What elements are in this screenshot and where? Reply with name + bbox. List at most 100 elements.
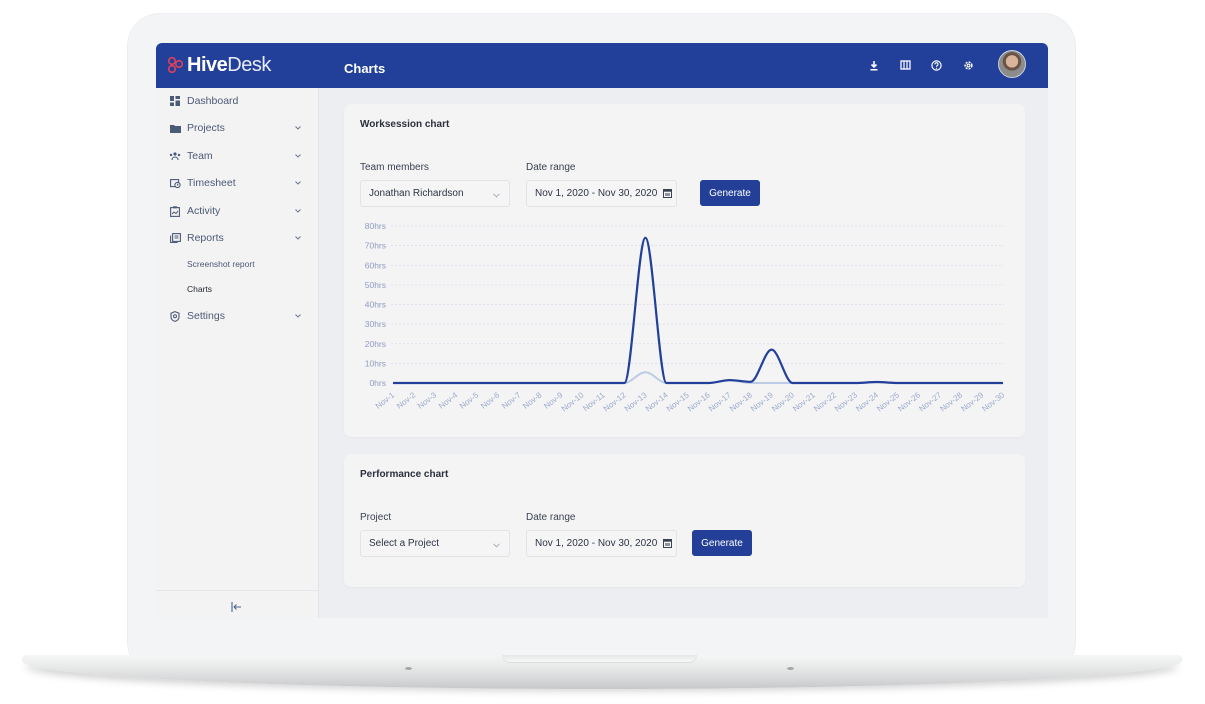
download-icon	[870, 60, 878, 70]
laptop-base	[22, 655, 1182, 689]
x-tick-label: Nov-8	[521, 390, 544, 411]
sidebar-item-label: Activity	[187, 205, 221, 217]
x-tick-label: Nov-22	[812, 390, 838, 413]
folder-icon	[169, 122, 181, 134]
sidebar-subitem-charts[interactable]: Charts	[187, 284, 212, 294]
series-line-secondary	[393, 371, 1003, 384]
chevron-down-icon	[294, 234, 302, 242]
app-window: Hive Desk Charts Dashboard Projects Team…	[156, 43, 1048, 618]
sidebar-item-label: Timesheet	[187, 177, 236, 189]
y-tick-label: 20hrs	[365, 339, 386, 349]
x-tick-label: Nov-18	[728, 390, 754, 413]
map-icon	[899, 60, 911, 70]
x-tick-label: Nov-16	[686, 390, 712, 413]
laptop-notch	[502, 655, 697, 663]
date-range-input[interactable]: Nov 1, 2020 - Nov 30, 2020	[526, 530, 677, 557]
sidebar-item-label: Dashboard	[187, 95, 239, 107]
collapse-sidebar-button[interactable]	[229, 600, 243, 614]
date-range-value: Nov 1, 2020 - Nov 30, 2020	[535, 188, 658, 199]
x-tick-label: Nov-5	[458, 390, 481, 411]
x-tick-label: Nov-12	[602, 390, 628, 413]
chevron-down-icon	[493, 540, 500, 551]
x-tick-label: Nov-27	[917, 390, 943, 413]
card-title: Worksession chart	[360, 119, 450, 130]
x-tick-label: Nov-23	[833, 390, 859, 413]
map-button[interactable]	[896, 56, 914, 74]
performance-generate-button[interactable]: Generate	[692, 530, 752, 556]
project-select-placeholder: Select a Project	[369, 538, 440, 549]
worksession-line-chart: 0hrs 10hrs 20hrs 30hrs 40hrs 50hrs 60hrs 70hrs 8…	[365, 221, 1007, 413]
help-button[interactable]	[927, 56, 945, 74]
chevron-down-icon	[294, 179, 302, 187]
sidebar-item-activity[interactable]: Activity	[156, 200, 319, 222]
settings-shield-icon	[169, 310, 181, 322]
sidebar: Dashboard Projects Team Timesheet Activi…	[156, 88, 319, 618]
x-tick-label: Nov-26	[896, 390, 922, 413]
settings-button[interactable]	[959, 56, 977, 74]
calendar-icon[interactable]	[663, 538, 672, 551]
x-tick-label: Nov-29	[959, 390, 985, 413]
card-title: Performance chart	[360, 469, 449, 480]
x-tick-label: Nov-7	[500, 390, 523, 411]
x-tick-label: Nov-6	[479, 390, 502, 411]
x-tick-label: Nov-14	[644, 390, 670, 413]
x-tick-label: Nov-4	[437, 390, 460, 411]
sidebar-item-label: Team	[187, 150, 213, 162]
worksession-generate-button[interactable]: Generate	[700, 180, 760, 206]
project-label: Project	[360, 512, 392, 523]
y-tick-label: 30hrs	[365, 319, 386, 329]
chevron-down-icon	[294, 312, 302, 320]
laptop-foot	[787, 667, 794, 670]
reports-icon	[169, 232, 181, 244]
sidebar-item-team[interactable]: Team	[156, 145, 319, 167]
performance-chart-card: Performance chart Project Select a Proje…	[344, 454, 1025, 587]
sidebar-item-dashboard[interactable]: Dashboard	[156, 90, 319, 112]
timesheet-icon	[169, 177, 181, 189]
worksession-chart-card: Worksession chart Team members Jonathan …	[344, 104, 1025, 437]
x-tick-label: Nov-17	[707, 390, 733, 413]
date-range-input[interactable]: Nov 1, 2020 - Nov 30, 2020	[526, 180, 677, 207]
team-members-value: Jonathan Richardson	[369, 188, 464, 199]
y-tick-label: 0hrs	[369, 378, 386, 388]
top-header: Hive Desk Charts	[156, 43, 1048, 88]
chevron-down-icon	[493, 190, 500, 201]
y-tick-label: 70hrs	[365, 241, 386, 251]
logo[interactable]: Hive Desk	[167, 52, 271, 78]
x-tick-label: Nov-28	[938, 390, 964, 413]
y-tick-label: 60hrs	[365, 260, 386, 270]
project-select[interactable]: Select a Project	[360, 530, 510, 557]
help-icon	[930, 59, 942, 71]
team-members-select[interactable]: Jonathan Richardson	[360, 180, 510, 207]
series-line-primary	[393, 236, 1003, 385]
download-button[interactable]	[865, 56, 883, 74]
x-tick-label: Nov-13	[623, 390, 649, 413]
laptop-foot	[405, 667, 412, 670]
team-icon	[169, 150, 181, 162]
x-tick-label: Nov-24	[854, 390, 880, 413]
x-tick-label: Nov-30	[980, 390, 1006, 413]
date-range-value: Nov 1, 2020 - Nov 30, 2020	[535, 538, 658, 549]
chevron-down-icon	[294, 152, 302, 160]
date-range-label: Date range	[526, 512, 576, 523]
page-title: Charts	[344, 61, 386, 76]
sidebar-item-label: Projects	[187, 122, 225, 134]
y-tick-label: 40hrs	[365, 300, 386, 310]
x-tick-label: Nov-25	[875, 390, 901, 413]
y-tick-label: 80hrs	[365, 221, 386, 231]
calendar-icon[interactable]	[663, 188, 672, 201]
sidebar-item-timesheet[interactable]: Timesheet	[156, 172, 319, 194]
x-tick-label: Nov-10	[560, 390, 586, 413]
dashboard-icon	[169, 95, 181, 107]
y-tick-label: 10hrs	[365, 358, 386, 368]
x-tick-label: Nov-3	[416, 390, 439, 411]
x-tick-label: Nov-15	[665, 390, 691, 413]
sidebar-item-settings[interactable]: Settings	[156, 305, 319, 327]
logo-text-light: Desk	[227, 53, 271, 76]
sidebar-subitem-screenshot-report[interactable]: Screenshot report	[187, 259, 255, 269]
activity-icon	[169, 205, 181, 217]
sidebar-item-projects[interactable]: Projects	[156, 117, 319, 139]
sidebar-item-reports[interactable]: Reports	[156, 227, 319, 249]
collapse-left-icon	[230, 602, 241, 612]
user-avatar[interactable]	[998, 50, 1026, 78]
chevron-down-icon	[294, 124, 302, 132]
